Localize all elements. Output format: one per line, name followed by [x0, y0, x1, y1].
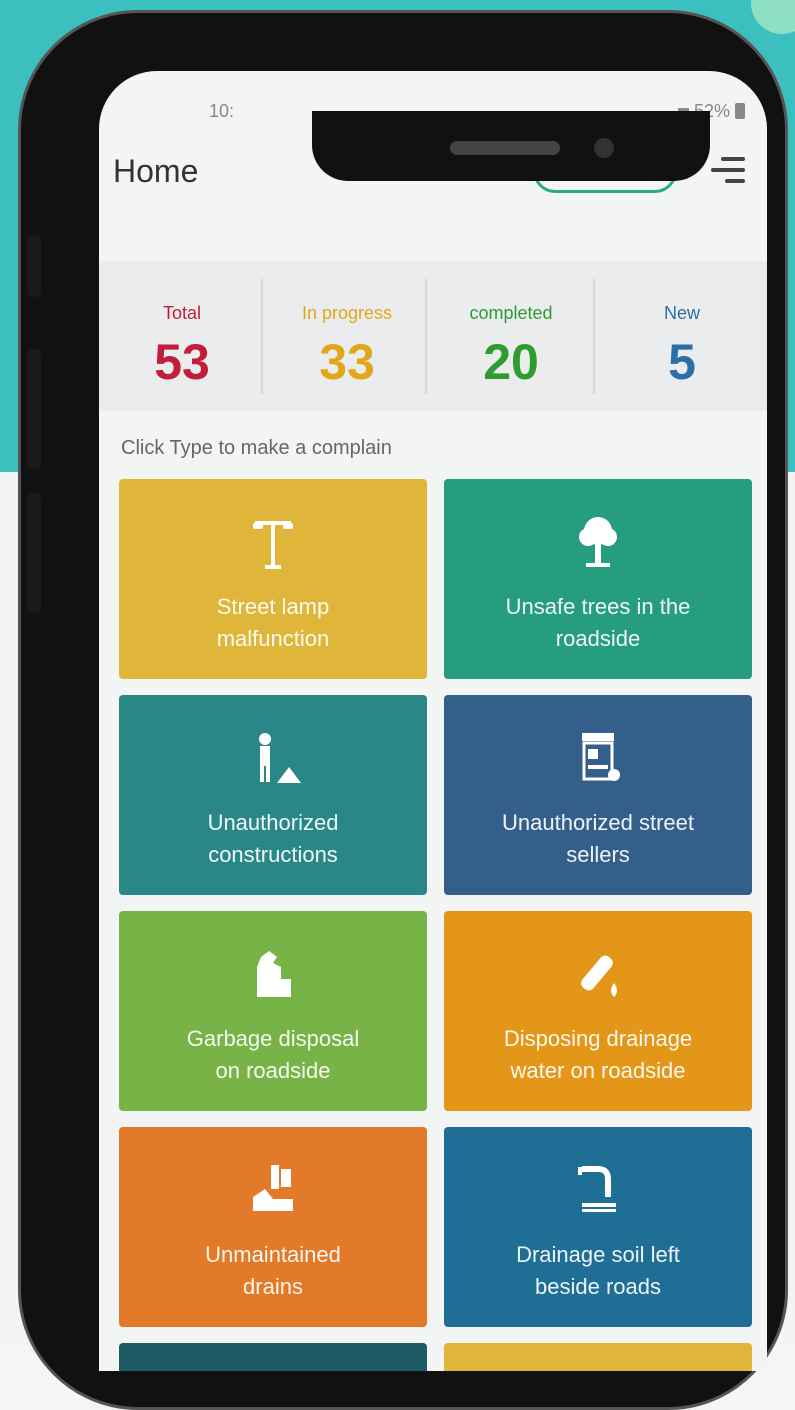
tile-drainage-water[interactable]: Disposing drainage water on roadside — [444, 911, 752, 1111]
tile-unauthorized-sellers[interactable]: Unauthorized street sellers — [444, 695, 752, 895]
construction-worker-icon — [119, 727, 427, 787]
stat-value: 20 — [483, 334, 539, 390]
tile-label: Unauthorized street sellers — [502, 810, 694, 867]
tile-partial[interactable] — [119, 1343, 427, 1371]
page-title: Home — [113, 153, 199, 189]
garbage-icon — [119, 943, 427, 1003]
complaint-prompt: Click Type to make a complain — [121, 437, 392, 459]
phone-frame: 10: ▂▄▆ 52% Home Admin Total 53 In progr… — [18, 10, 788, 1410]
tile-drainage-soil[interactable]: Drainage soil left beside roads — [444, 1127, 752, 1327]
tile-unmaintained-drains[interactable]: Unmaintained drains — [119, 1127, 427, 1327]
stat-total[interactable]: Total 53 — [99, 261, 265, 411]
tile-label: Unmaintained drains — [205, 1242, 341, 1299]
phone-volume-down-button — [27, 493, 41, 613]
status-time: 10: — [209, 101, 235, 121]
tile-label: Disposing drainage water on roadside — [503, 1026, 693, 1083]
stat-value: 53 — [154, 334, 210, 390]
stat-label: Total — [162, 303, 202, 323]
front-camera — [594, 138, 614, 158]
drain-icon — [119, 1159, 427, 1219]
street-lamp-icon — [119, 511, 427, 571]
stat-label: completed — [469, 303, 553, 323]
divider — [593, 279, 595, 394]
stat-label: In progress — [301, 303, 393, 323]
tile-partial[interactable] — [444, 1343, 752, 1371]
stat-value: 33 — [319, 334, 375, 390]
notch — [312, 111, 710, 181]
tile-unauthorized-constructions[interactable]: Unauthorized constructions — [119, 695, 427, 895]
phone-side-button — [27, 235, 41, 297]
stat-new[interactable]: New 5 — [597, 261, 767, 411]
phone-screen: 10: ▂▄▆ 52% Home Admin Total 53 In progr… — [99, 71, 767, 1371]
street-seller-icon — [444, 727, 752, 787]
battery-icon — [735, 103, 745, 119]
stat-in-progress[interactable]: In progress 33 — [265, 261, 429, 411]
drainage-soil-icon — [444, 1159, 752, 1219]
tile-street-lamp[interactable]: Street lamp malfunction — [119, 479, 427, 679]
tile-label: Drainage soil left beside roads — [516, 1242, 680, 1299]
stat-completed[interactable]: completed 20 — [429, 261, 593, 411]
tile-unsafe-trees[interactable]: Unsafe trees in the roadside — [444, 479, 752, 679]
tile-label: Unsafe trees in the roadside — [505, 594, 691, 651]
stats-bar: Total 53 In progress 33 completed 20 New… — [99, 261, 767, 411]
divider — [425, 279, 427, 394]
menu-icon[interactable] — [711, 155, 745, 185]
stat-value: 5 — [668, 334, 696, 390]
tile-label: Street lamp malfunction — [216, 594, 330, 651]
tile-garbage-disposal[interactable]: Garbage disposal on roadside — [119, 911, 427, 1111]
stat-label: New — [663, 303, 700, 323]
drainage-water-icon — [444, 943, 752, 1003]
divider — [261, 279, 263, 394]
speaker-grille — [450, 141, 560, 155]
phone-volume-up-button — [27, 349, 41, 469]
tree-icon — [444, 511, 752, 571]
tile-label: Unauthorized constructions — [207, 810, 339, 867]
tile-label: Garbage disposal on roadside — [186, 1026, 360, 1083]
